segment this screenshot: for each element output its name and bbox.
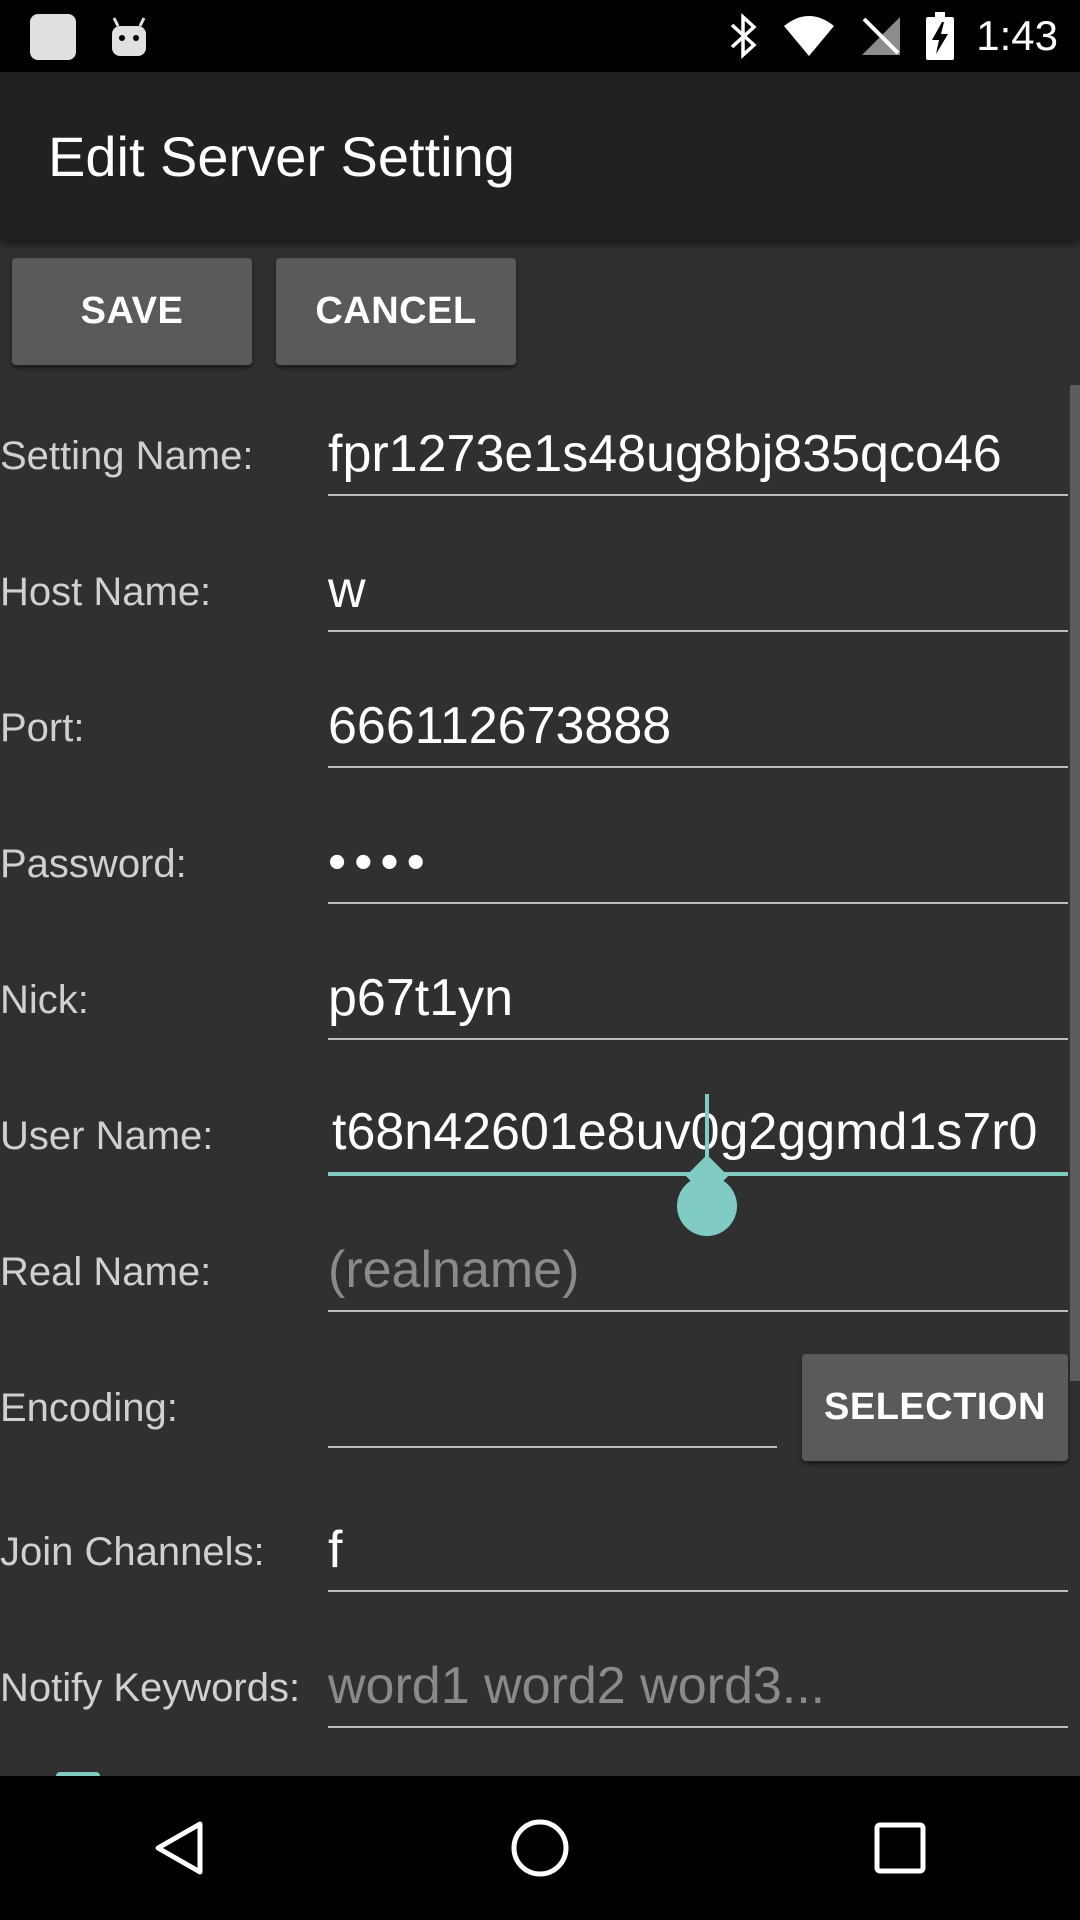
encoding-selection-button[interactable]: SELECTION <box>802 1354 1068 1461</box>
page-title: Edit Server Setting <box>48 125 515 188</box>
host-name-value: w <box>328 561 366 619</box>
scrollbar[interactable] <box>1070 385 1080 1381</box>
setting-name-field[interactable]: fpr1273e1s48ug8bj835qco46 <box>328 422 1068 496</box>
real-name-placeholder: (realname) <box>328 1241 580 1299</box>
port-value: 666112673888 <box>328 697 672 755</box>
no-sim-icon <box>858 13 904 59</box>
home-icon[interactable] <box>480 1788 600 1908</box>
save-button[interactable]: SAVE <box>12 258 252 365</box>
wifi-icon <box>782 14 836 58</box>
user-name-label: User Name: <box>0 1114 214 1158</box>
host-name-field[interactable]: w <box>328 558 1068 632</box>
bluetooth-icon <box>728 13 760 59</box>
encoding-field[interactable] <box>328 1374 777 1448</box>
nick-field[interactable]: p67t1yn <box>328 966 1068 1040</box>
port-field[interactable]: 666112673888 <box>328 694 1068 768</box>
setting-name-label: Setting Name: <box>0 434 254 478</box>
password-field[interactable]: •••• <box>328 830 1068 904</box>
status-time: 1:43 <box>976 12 1058 59</box>
join-channels-field[interactable]: f <box>328 1518 1068 1592</box>
android-debug-icon <box>106 14 152 60</box>
host-name-label: Host Name: <box>0 570 212 614</box>
setting-name-value: fpr1273e1s48ug8bj835qco46 <box>328 425 1002 483</box>
cursor-handle[interactable] <box>677 1176 737 1236</box>
recents-icon[interactable] <box>840 1788 960 1908</box>
real-name-label: Real Name: <box>0 1250 212 1294</box>
join-channels-value: f <box>328 1521 343 1579</box>
navigation-bar <box>0 1776 1080 1920</box>
notify-keywords-placeholder: word1 word2 word3... <box>328 1657 826 1715</box>
real-name-field[interactable]: (realname) <box>328 1238 1068 1312</box>
user-name-value: t68n42601e8uv0g2ggmd1s7r0 <box>332 1103 1038 1161</box>
port-label: Port: <box>0 706 85 750</box>
cancel-button[interactable]: CANCEL <box>276 258 516 365</box>
password-value: •••• <box>328 833 433 891</box>
notify-keywords-label: Notify Keywords: <box>0 1666 301 1710</box>
join-channels-label: Join Channels: <box>0 1530 265 1574</box>
nick-value: p67t1yn <box>328 969 514 1027</box>
encoding-label: Encoding: <box>0 1386 178 1430</box>
app-bar: Edit Server Setting <box>0 72 1080 240</box>
nick-label: Nick: <box>0 978 89 1022</box>
password-label: Password: <box>0 842 187 886</box>
gallery-icon <box>30 14 76 60</box>
status-bar: 1:43 <box>0 0 1080 72</box>
notify-keywords-field[interactable]: word1 word2 word3... <box>328 1654 1068 1728</box>
battery-charging-icon <box>926 12 955 60</box>
back-icon[interactable] <box>120 1788 240 1908</box>
